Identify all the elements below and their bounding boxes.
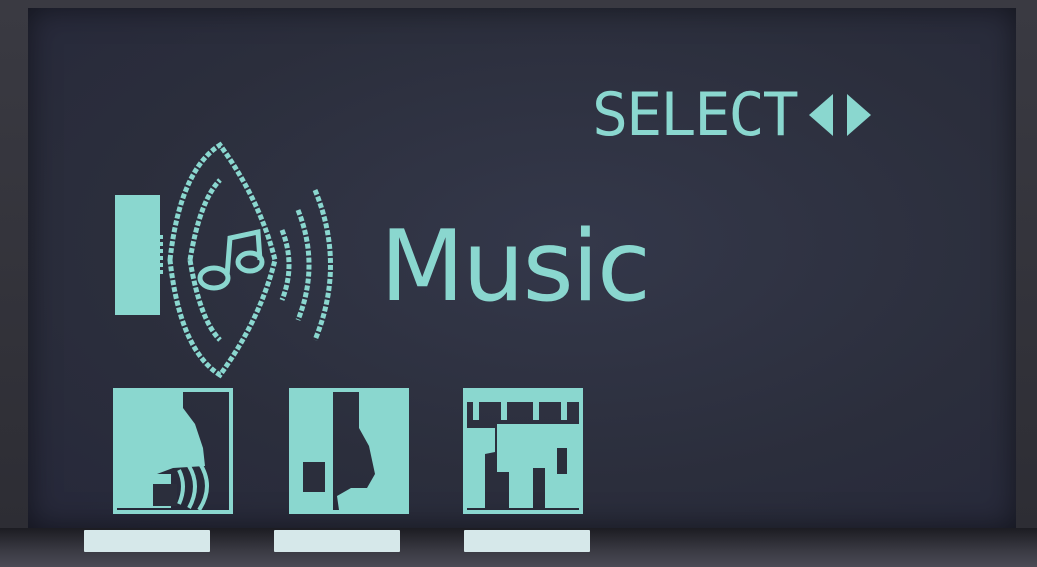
left-arrow-icon[interactable] [807,90,835,140]
tile-tab-1 [84,530,210,552]
speaker-music-icon [115,141,333,379]
mode-title: Music [380,210,651,324]
building-icon[interactable] [463,388,583,514]
chair-with-note-icon[interactable] [289,388,409,514]
speaker-in-room-icon[interactable] [113,388,233,514]
tile-tab-3 [464,530,590,552]
select-indicator: SELECT [592,82,873,148]
right-arrow-icon[interactable] [845,90,873,140]
select-label: SELECT [592,80,799,150]
tile-tab-2 [274,530,400,552]
